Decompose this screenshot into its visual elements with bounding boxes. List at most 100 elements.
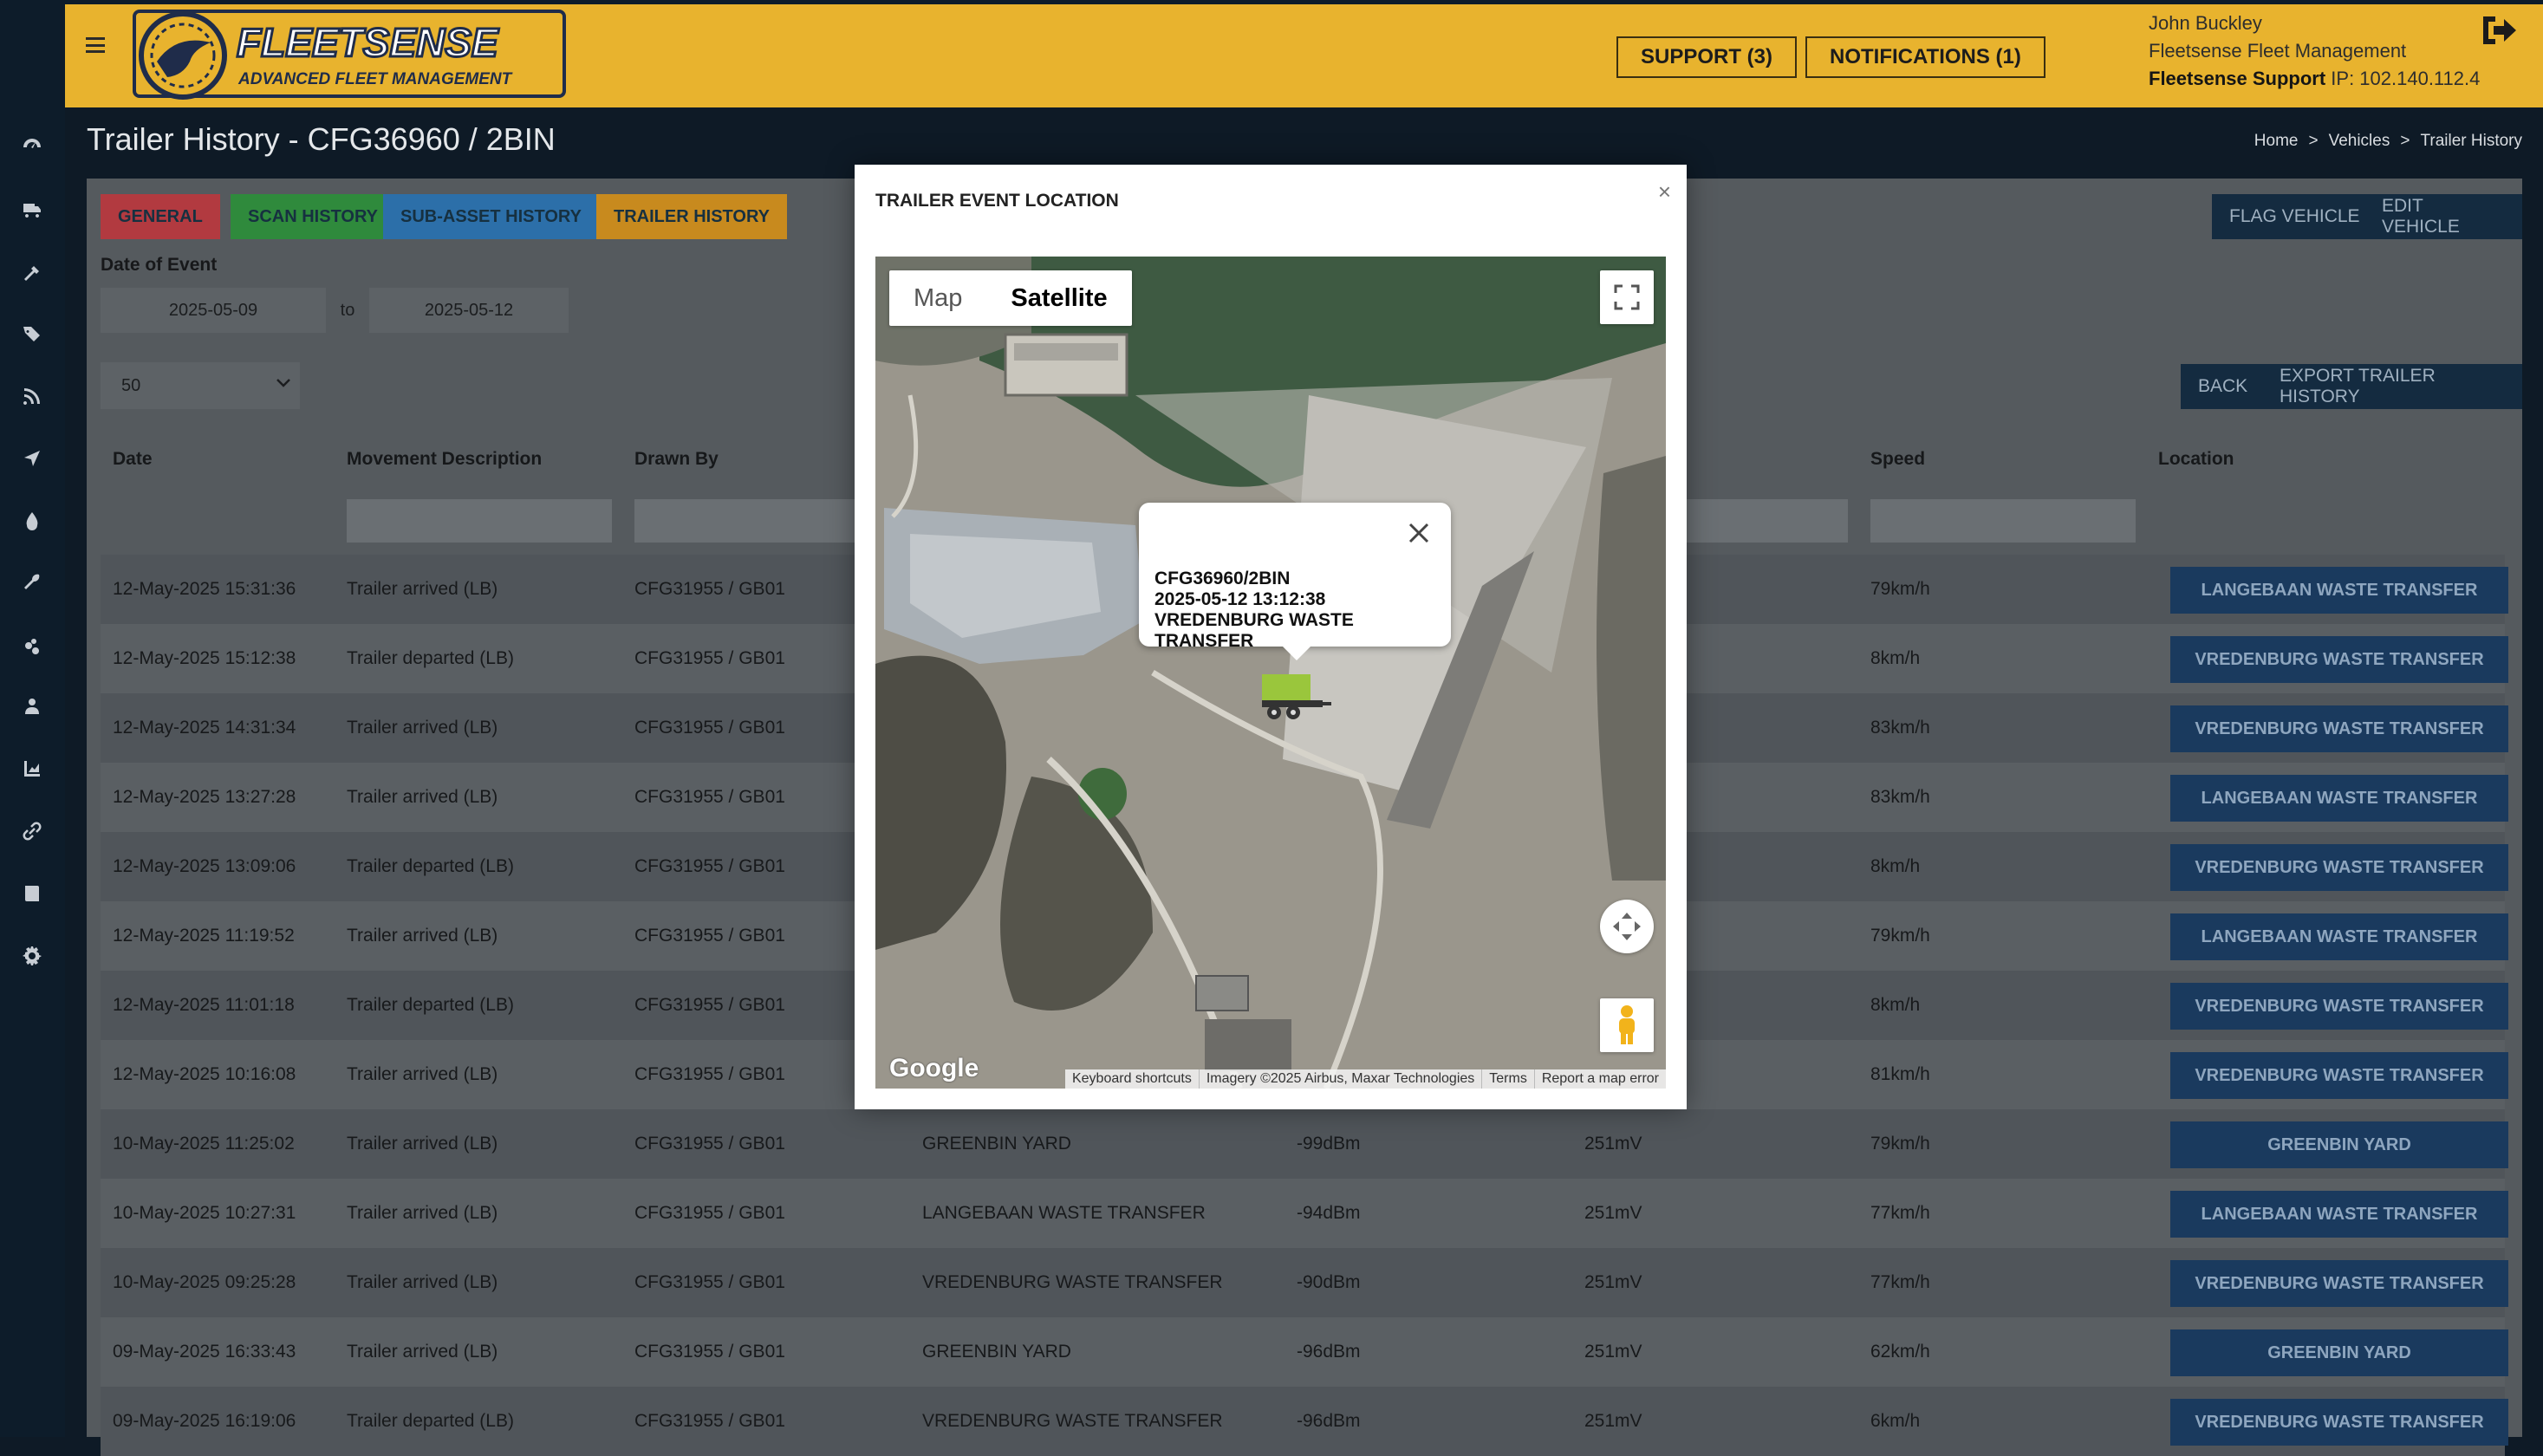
location-button[interactable]: VREDENBURG WASTE TRANSFER [2170,1260,2508,1307]
map-type-control[interactable]: Map Satellite [889,270,1132,326]
fleetsense-logo[interactable]: FLEETSENSE ADVANCED FLEET MANAGEMENT [133,8,566,101]
cell-date: 10-May-2025 10:27:31 [113,1203,296,1223]
back-button[interactable]: BACK [2181,364,2266,409]
user-icon[interactable] [19,693,45,719]
logout-icon[interactable] [2480,13,2518,48]
cell-drawn-by: CFG31955 / GB01 [634,1064,785,1084]
speed-filter-input[interactable] [1870,499,2136,543]
table-row: 09-May-2025 16:33:43 Trailer arrived (LB)… [101,1317,2508,1387]
cell-voltage: 251mV [1584,1134,1642,1154]
location-button[interactable]: GREENBIN YARD [2170,1121,2508,1168]
cell-speed: 79km/h [1870,579,1930,599]
cell-speed: 81km/h [1870,1064,1930,1084]
location-button[interactable]: VREDENBURG WASTE TRANSFER [2170,1399,2508,1446]
dashboard-icon[interactable] [19,133,45,159]
breadcrumb-home[interactable]: Home [2254,132,2299,151]
location-button[interactable]: VREDENBURG WASTE TRANSFER [2170,844,2508,891]
cell-movement: Trailer arrived (LB) [347,1203,498,1223]
map-type-satellite[interactable]: Satellite [986,270,1131,326]
location-button[interactable]: VREDENBURG WASTE TRANSFER [2170,1052,2508,1099]
wrench-icon[interactable] [19,569,45,595]
cell-movement: Trailer departed (LB) [347,648,514,668]
cell-signal: -96dBm [1297,1411,1361,1431]
breadcrumb-separator: > [2400,132,2410,150]
page-size-select[interactable]: 50 [101,362,300,409]
table-row: 10-May-2025 10:27:31 Trailer arrived (LB)… [101,1179,2508,1248]
location-button[interactable]: VREDENBURG WASTE TRANSFER [2170,983,2508,1030]
tab-sub-asset-history[interactable]: SUB-ASSET HISTORY [383,194,599,239]
close-icon[interactable] [1406,520,1432,546]
location-button[interactable]: VREDENBURG WASTE TRANSFER [2170,636,2508,683]
trailer-event-location-modal: TRAILER EVENT LOCATION × Map Satellite C… [855,165,1687,1109]
tab-scan-history[interactable]: SCAN HISTORY [231,194,396,239]
cell-voltage: 251mV [1584,1272,1642,1292]
tag-icon[interactable] [19,321,45,347]
menu-toggle-icon[interactable] [86,37,105,53]
ip-address: IP: 102.140.112.4 [2331,68,2481,89]
top-header: FLEETSENSE ADVANCED FLEET MANAGEMENT SUP… [65,0,2543,107]
chart-icon[interactable] [19,756,45,782]
cell-movement: Trailer arrived (LB) [347,579,498,599]
cell-place: VREDENBURG WASTE TRANSFER [922,1272,1223,1292]
table-row: 09-May-2025 16:19:06 Trailer departed (LB… [101,1387,2508,1456]
notifications-button[interactable]: NOTIFICATIONS (1) [1805,36,2045,78]
cell-drawn-by: CFG31955 / GB01 [634,1134,785,1154]
date-of-event-label: Date of Event [101,255,218,275]
book-icon[interactable] [19,881,45,907]
cell-drawn-by: CFG31955 / GB01 [634,1272,785,1292]
location-button[interactable]: LANGEBAAN WASTE TRANSFER [2170,913,2508,960]
report-map-error-link[interactable]: Report a map error [1533,1069,1666,1089]
trailer-marker-icon[interactable] [1260,673,1333,723]
map-type-map[interactable]: Map [889,270,986,326]
street-view-button[interactable] [1600,998,1654,1052]
location-button[interactable]: VREDENBURG WASTE TRANSFER [2170,705,2508,752]
truck-icon[interactable] [19,196,45,222]
column-header-movement-description[interactable]: Movement Description [347,449,542,470]
tab-trailer-history[interactable]: TRAILER HISTORY [596,194,788,239]
edit-vehicle-button[interactable]: EDIT VEHICLE [2364,194,2522,239]
location-button[interactable]: GREENBIN YARD [2170,1329,2508,1376]
tab-general[interactable]: GENERAL [101,194,220,239]
cell-speed: 79km/h [1870,1134,1930,1154]
camera-control-button[interactable] [1600,900,1654,953]
flag-vehicle-button[interactable]: FLAG VEHICLE [2212,194,2377,239]
breadcrumb-vehicles[interactable]: Vehicles [2329,132,2390,151]
column-header-drawn-by[interactable]: Drawn By [634,449,719,470]
modal-close-button[interactable]: × [1658,179,1671,205]
cell-date: 12-May-2025 11:19:52 [113,926,295,946]
cell-movement: Trailer departed (LB) [347,856,514,876]
user-name: John Buckley [2149,12,2262,34]
cell-date: 09-May-2025 16:33:43 [113,1342,296,1362]
cell-date: 09-May-2025 16:19:06 [113,1411,296,1431]
cogs-icon[interactable] [19,633,45,659]
location-arrow-icon[interactable] [19,445,45,471]
fullscreen-button[interactable] [1600,270,1654,324]
satellite-map[interactable]: Map Satellite CFG36960/2BIN 2025-05-12 1… [875,257,1666,1089]
cell-drawn-by: CFG31955 / GB01 [634,718,785,738]
column-header-date[interactable]: Date [113,449,153,470]
cell-movement: Trailer arrived (LB) [347,926,498,946]
date-to-input[interactable]: 2025-05-12 [369,288,569,333]
wrench-pipe-icon[interactable] [19,260,45,286]
export-trailer-history-button[interactable]: EXPORT TRAILER HISTORY [2262,364,2522,409]
location-button[interactable]: LANGEBAAN WASTE TRANSFER [2170,775,2508,822]
cell-movement: Trailer arrived (LB) [347,1272,498,1292]
keyboard-shortcuts-link[interactable]: Keyboard shortcuts [1065,1069,1199,1089]
column-header-speed[interactable]: Speed [1870,449,1925,470]
movement-filter-input[interactable] [347,499,612,543]
cell-place: GREENBIN YARD [922,1342,1071,1362]
support-button[interactable]: SUPPORT (3) [1616,36,1798,78]
cell-drawn-by: CFG31955 / GB01 [634,856,785,876]
table-row: 10-May-2025 11:25:02 Trailer arrived (LB)… [101,1109,2508,1179]
cell-date: 10-May-2025 11:25:02 [113,1134,295,1154]
terms-link[interactable]: Terms [1481,1069,1534,1089]
link-icon[interactable] [19,818,45,844]
cell-date: 12-May-2025 14:31:34 [113,718,296,738]
date-from-input[interactable]: 2025-05-09 [101,288,326,333]
rss-icon[interactable] [19,383,45,409]
location-button[interactable]: LANGEBAAN WASTE TRANSFER [2170,567,2508,614]
column-header-location[interactable]: Location [2158,449,2234,470]
gear-icon[interactable] [19,943,45,969]
fuel-drop-icon[interactable] [19,508,45,534]
location-button[interactable]: LANGEBAAN WASTE TRANSFER [2170,1191,2508,1238]
